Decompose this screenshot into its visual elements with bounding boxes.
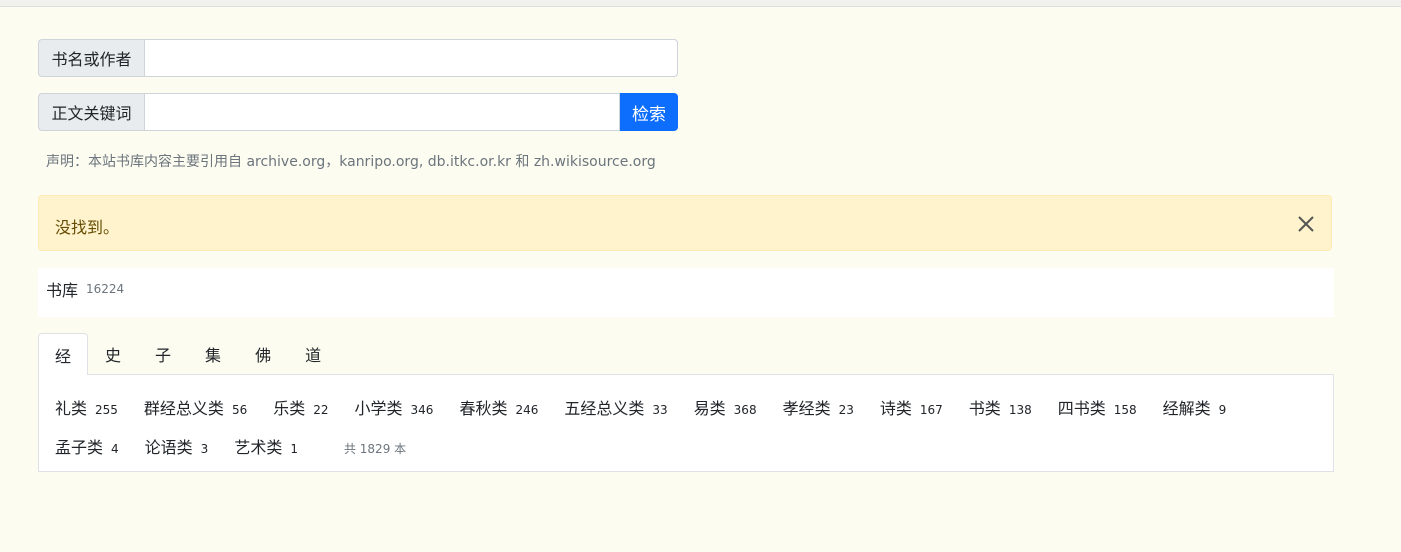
category-tabs: 经 史 子 集 佛 道 xyxy=(38,333,338,375)
category-item[interactable]: 春秋类 246 xyxy=(459,395,538,419)
category-name: 群经总义类 xyxy=(143,399,224,418)
category-count: 3 xyxy=(200,442,209,456)
category-count: 138 xyxy=(1008,403,1032,417)
category-name: 孝经类 xyxy=(782,399,831,418)
category-item[interactable]: 礼类 255 xyxy=(55,395,118,419)
category-count: 1 xyxy=(290,442,298,456)
category-item[interactable]: 群经总义类 56 xyxy=(144,395,247,419)
category-name: 艺术类 xyxy=(234,438,283,457)
category-count: 4 xyxy=(111,442,119,456)
tab-ji[interactable]: 集 xyxy=(188,333,238,374)
category-name: 五经总义类 xyxy=(564,399,645,418)
category-row-1: 礼类 255 群经总义类 56 乐类 22 小学类 346 春秋类 246 五经总义类 33… xyxy=(55,395,1252,419)
category-item[interactable]: 四书类 158 xyxy=(1058,395,1137,419)
category-count: 23 xyxy=(838,403,854,417)
category-name: 书类 xyxy=(968,399,1001,418)
tab-fo[interactable]: 佛 xyxy=(238,333,288,374)
category-name: 易类 xyxy=(693,399,726,418)
fulltext-search-group: 正文关键词 检索 xyxy=(38,93,678,131)
top-bar xyxy=(0,0,1401,7)
category-item[interactable]: 五经总义类 33 xyxy=(564,395,667,419)
library-header: 书库 16224 xyxy=(38,268,1334,317)
category-name: 四书类 xyxy=(1057,399,1106,418)
search-button[interactable]: 检索 xyxy=(620,93,678,131)
category-name: 经解类 xyxy=(1162,399,1211,418)
category-item[interactable]: 论语类 3 xyxy=(145,434,209,458)
category-name: 小学类 xyxy=(354,399,403,418)
category-name: 论语类 xyxy=(144,438,193,457)
fulltext-input[interactable] xyxy=(144,93,620,131)
category-count: 56 xyxy=(231,403,248,417)
library-count: 16224 xyxy=(86,282,125,296)
category-name: 乐类 xyxy=(273,399,306,418)
category-item[interactable]: 小学类 346 xyxy=(355,395,434,419)
alert-message: 没找到。 xyxy=(55,218,120,237)
category-count: 346 xyxy=(410,403,434,417)
category-count: 167 xyxy=(919,403,943,417)
close-icon[interactable] xyxy=(1295,213,1317,235)
fulltext-label: 正文关键词 xyxy=(38,93,144,131)
category-name: 春秋类 xyxy=(459,399,508,418)
category-count: 255 xyxy=(95,403,118,417)
not-found-alert: 没找到。 xyxy=(38,195,1332,251)
category-count: 9 xyxy=(1218,403,1227,417)
category-item[interactable]: 书类 138 xyxy=(969,395,1032,419)
category-item[interactable]: 孟子类 4 xyxy=(55,434,119,458)
disclaimer-text: 声明：本站书库内容主要引用自 archive.org，kanripo.org, … xyxy=(46,154,656,170)
category-name: 诗类 xyxy=(879,399,912,418)
title-author-label: 书名或作者 xyxy=(38,39,144,77)
category-item[interactable]: 诗类 167 xyxy=(880,395,943,419)
category-count: 22 xyxy=(313,403,329,417)
category-item[interactable]: 乐类 22 xyxy=(273,395,328,419)
title-author-search-group: 书名或作者 xyxy=(38,39,678,77)
category-row-2: 孟子类 4 论语类 3 艺术类 1 共 1829 本 xyxy=(55,434,406,458)
category-count: 158 xyxy=(1113,403,1137,417)
category-item[interactable]: 孝经类 23 xyxy=(783,395,854,419)
tab-zi[interactable]: 子 xyxy=(138,333,188,374)
title-author-input[interactable] xyxy=(144,39,678,77)
category-count: 246 xyxy=(515,403,539,417)
tab-jing[interactable]: 经 xyxy=(38,333,89,375)
category-panel: 礼类 255 群经总义类 56 乐类 22 小学类 346 春秋类 246 五经总义类 33… xyxy=(38,374,1334,472)
category-name: 孟子类 xyxy=(55,438,104,457)
category-item[interactable]: 艺术类 1 xyxy=(234,434,298,458)
total-count: 共 1829 本 xyxy=(343,442,407,456)
category-name: 礼类 xyxy=(55,399,88,418)
tab-shi[interactable]: 史 xyxy=(88,333,138,374)
category-count: 368 xyxy=(733,403,757,417)
category-item[interactable]: 经解类 9 xyxy=(1163,395,1227,419)
category-count: 33 xyxy=(652,403,668,417)
tab-dao[interactable]: 道 xyxy=(288,333,338,374)
library-title: 书库 xyxy=(46,281,79,300)
category-item[interactable]: 易类 368 xyxy=(694,395,757,419)
